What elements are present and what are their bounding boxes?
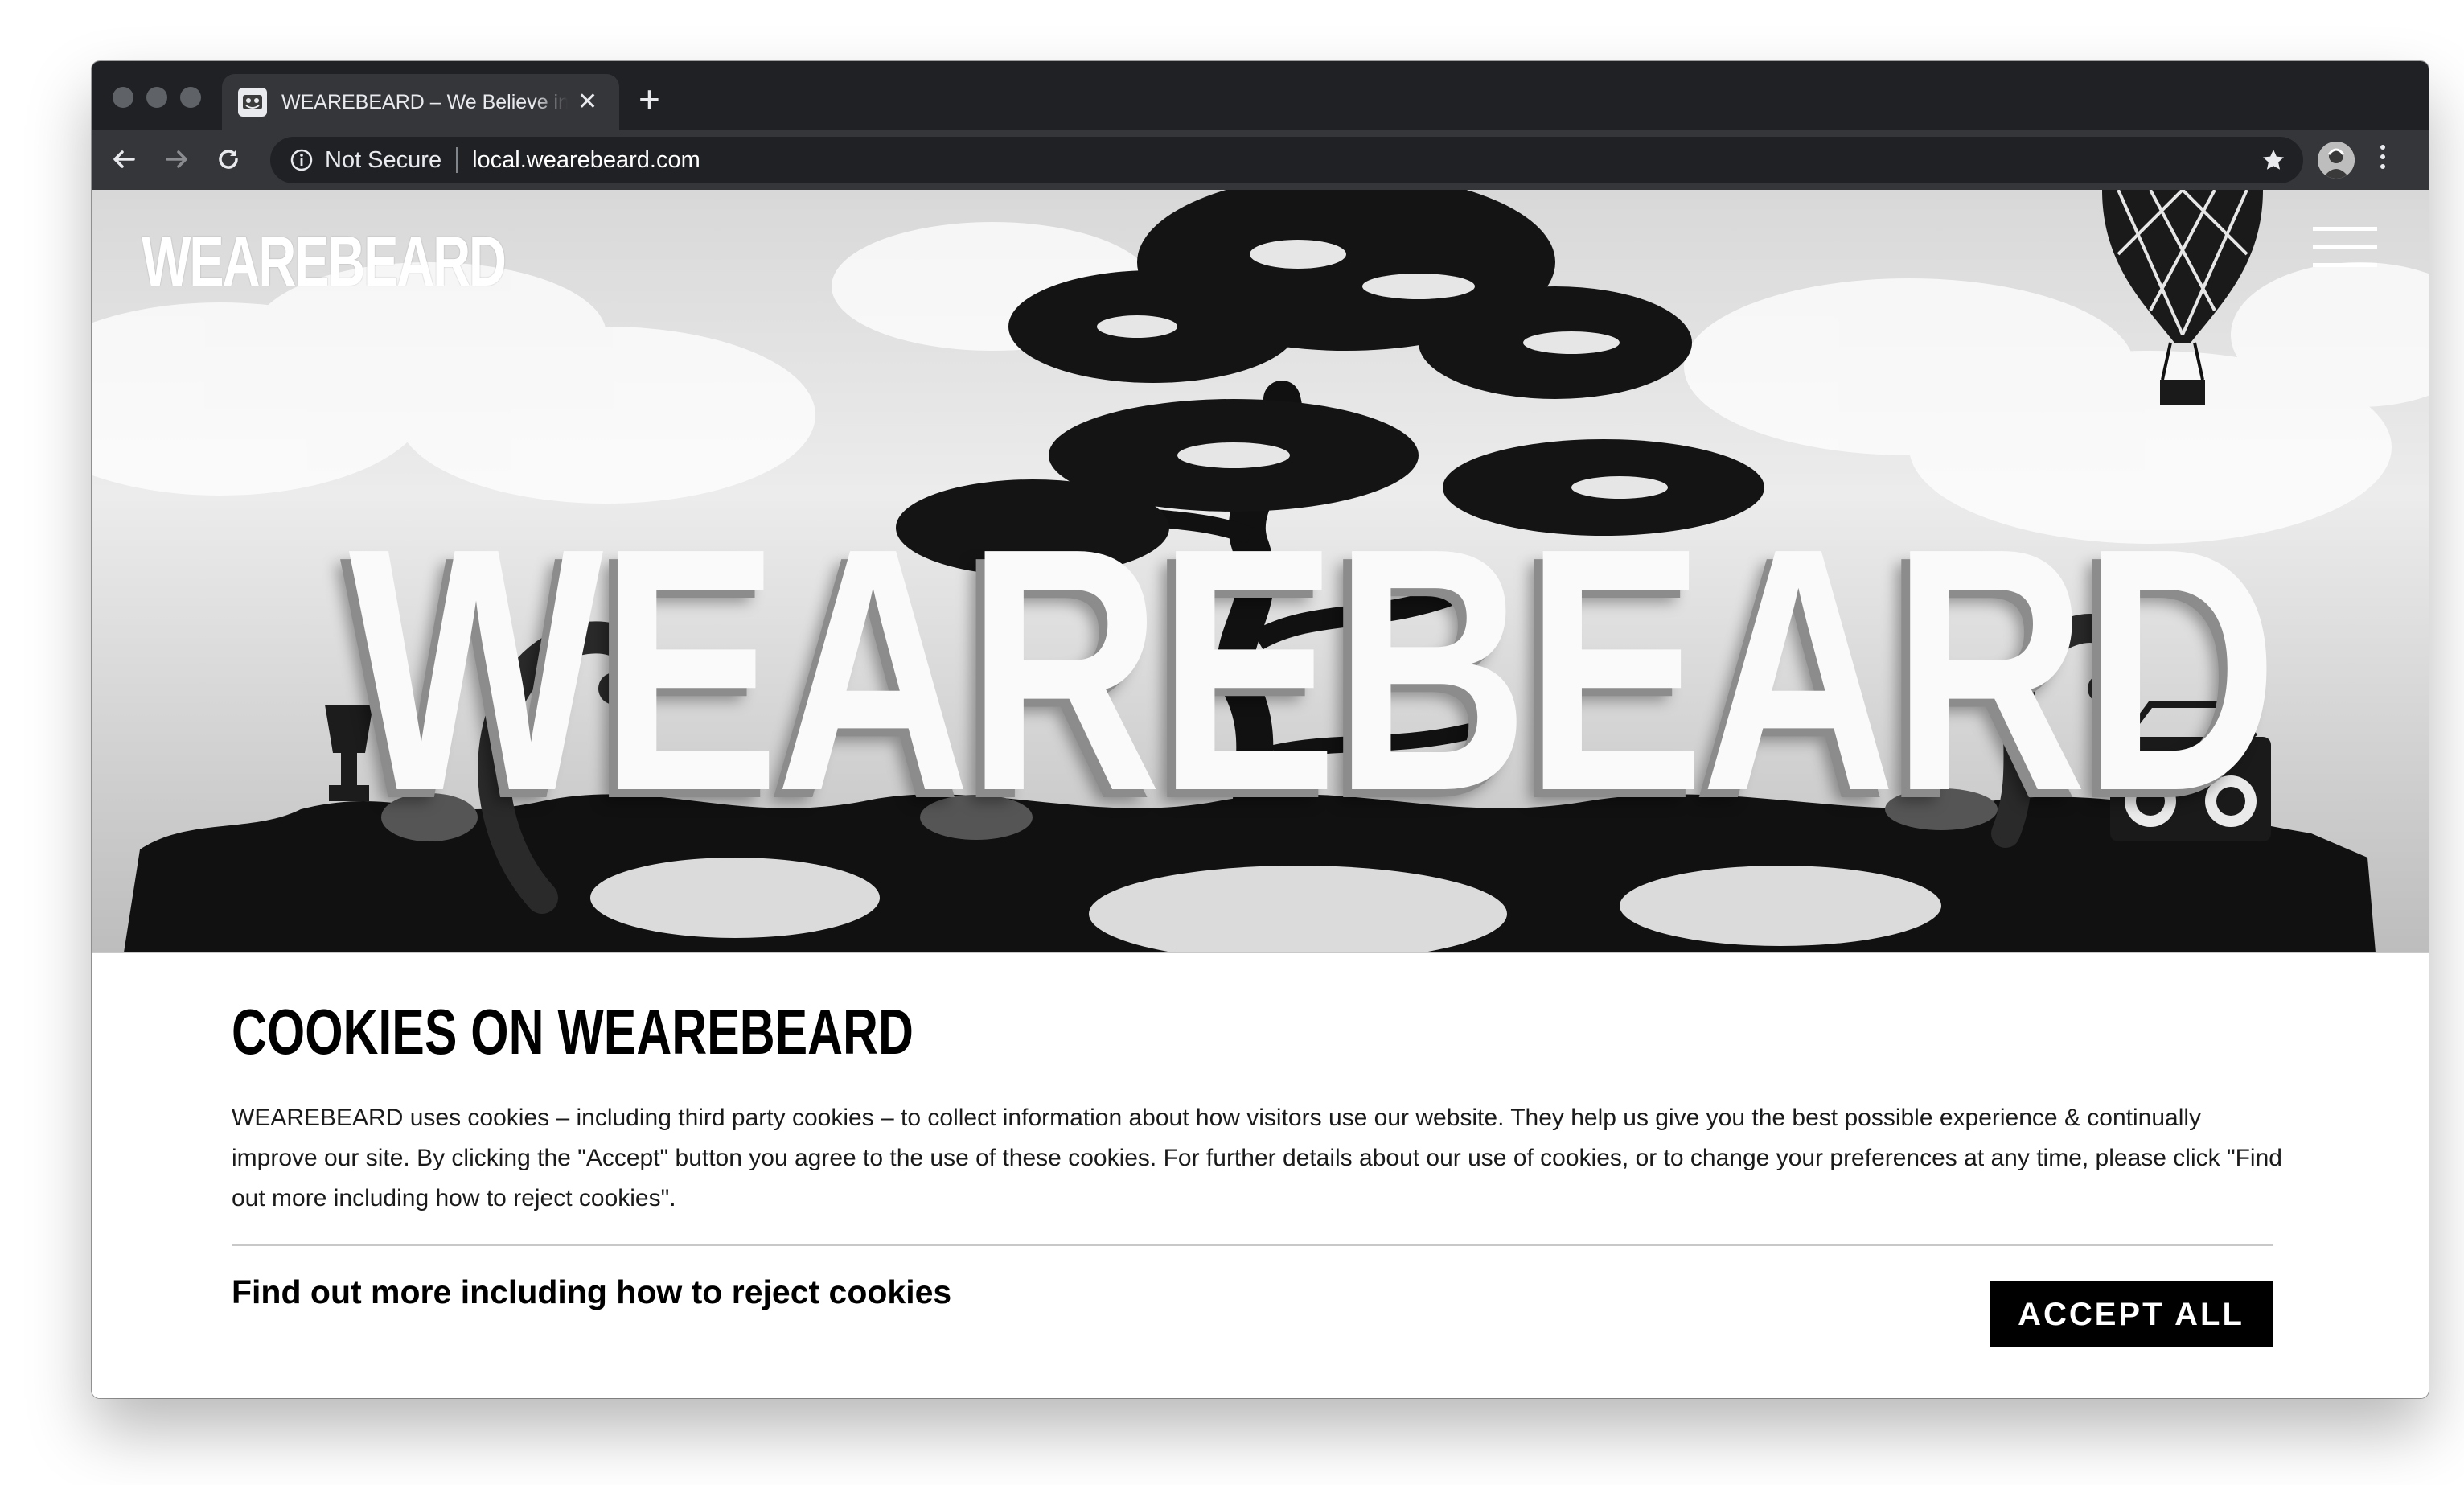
- back-arrow-icon[interactable]: [108, 143, 140, 175]
- accept-all-button[interactable]: ACCEPT ALL: [1990, 1281, 2273, 1347]
- hero-title: WEAREBEARD: [348, 477, 2278, 863]
- active-tab[interactable]: WEAREBEARD – We Believe in Creativity ✕: [222, 74, 619, 130]
- tab-title: WEAREBEARD – We Believe in Creativity: [281, 90, 568, 113]
- reload-icon[interactable]: [212, 143, 244, 175]
- menu-icon[interactable]: [2313, 227, 2377, 267]
- cookie-banner-title: COOKIES ON WEAREBEARD: [232, 996, 914, 1067]
- url-text[interactable]: local.wearebeard.com: [472, 147, 700, 174]
- security-label[interactable]: Not Secure: [325, 147, 441, 174]
- browser-menu-icon[interactable]: [2380, 145, 2385, 169]
- find-out-more-link[interactable]: Find out more including how to reject co…: [232, 1273, 951, 1311]
- browser-toolbar: Not Secure local.wearebeard.com: [92, 130, 2429, 190]
- new-tab-button[interactable]: +: [639, 80, 660, 117]
- maximize-window-button[interactable]: [180, 87, 201, 108]
- forward-arrow-icon[interactable]: [161, 143, 193, 175]
- browser-window: WEAREBEARD – We Believe in Creativity ✕ …: [92, 61, 2429, 1398]
- address-separator: [456, 147, 458, 173]
- hero-banner: WEAREBEARD WEAREBEARD: [92, 190, 2429, 952]
- address-bar[interactable]: Not Secure local.wearebeard.com: [270, 137, 2303, 183]
- profile-avatar[interactable]: [2318, 142, 2355, 179]
- star-icon[interactable]: [2261, 148, 2285, 176]
- divider: [232, 1244, 2273, 1246]
- cookie-banner-text: WEAREBEARD uses cookies – including thir…: [232, 1104, 2282, 1211]
- window-controls: [113, 87, 201, 108]
- minimize-window-button[interactable]: [146, 87, 167, 108]
- web-page: WEAREBEARD WEAREBEARD COOKIES ON WEAREBE…: [92, 190, 2429, 1398]
- site-logo[interactable]: WEAREBEARD: [142, 220, 507, 302]
- info-icon[interactable]: [290, 148, 314, 172]
- favicon-icon: [238, 88, 267, 117]
- tab-strip: WEAREBEARD – We Believe in Creativity ✕ …: [92, 61, 2429, 130]
- cookie-banner: COOKIES ON WEAREBEARD WEAREBEARD uses co…: [92, 952, 2429, 1398]
- close-window-button[interactable]: [113, 87, 133, 108]
- tab-close-icon[interactable]: ✕: [577, 90, 598, 114]
